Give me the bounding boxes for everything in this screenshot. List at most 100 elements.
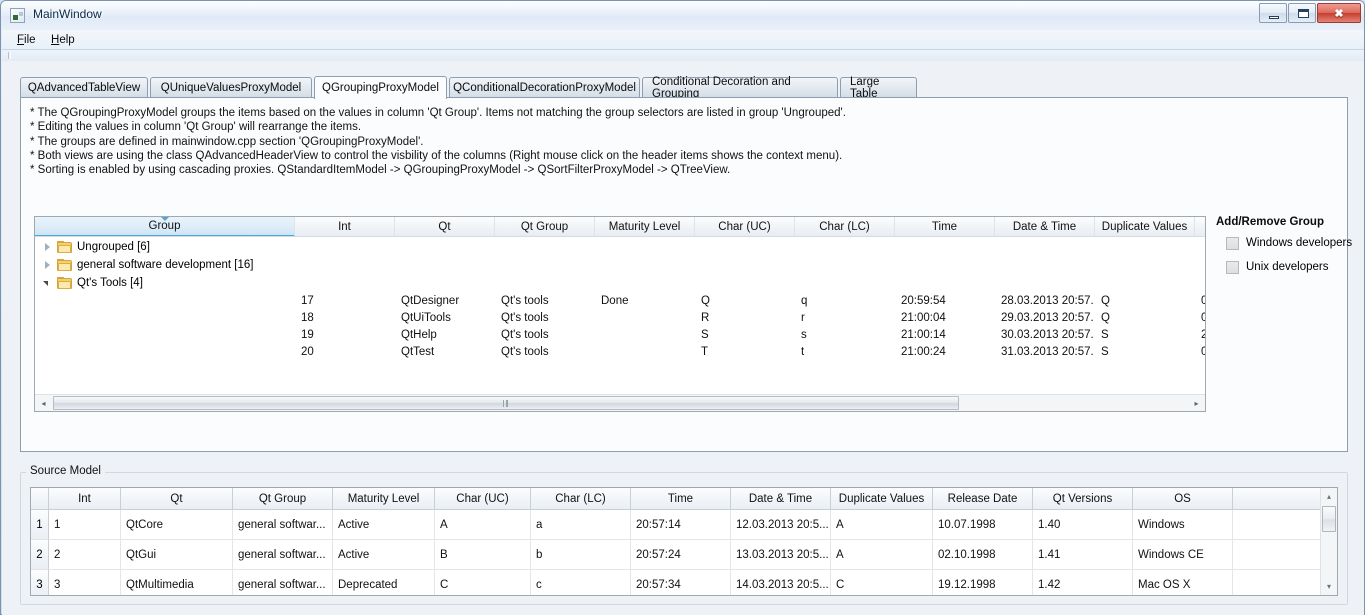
source-table-vertical-scrollbar[interactable]: ▴ ▾	[1320, 488, 1337, 595]
expand-arrow-icon[interactable]	[45, 243, 50, 251]
tree-item-row[interactable]: 18 QtUiTools Qt's tools Rr 21:00:04 29.03.201…	[35, 309, 1205, 327]
tree-column-header[interactable]: Int	[295, 217, 395, 236]
source-column-header[interactable]: Char (LC)	[531, 488, 631, 509]
tree-cell[interactable]: 0	[1201, 343, 1205, 361]
table-cell[interactable]: b	[531, 540, 631, 570]
tree-cell[interactable]: Qt's tools	[501, 292, 593, 310]
table-cell[interactable]: general softwar...	[233, 510, 333, 540]
tree-cell[interactable]: t	[801, 343, 893, 361]
table-cell[interactable]: C	[435, 570, 531, 595]
tree-item-row[interactable]: 19 QtHelp Qt's tools Ss 21:00:14 30.03.2013 2…	[35, 326, 1205, 344]
table-cell[interactable]: A	[831, 540, 933, 570]
source-table-header[interactable]: Int Qt Qt Group Maturity Level Char (UC) Char…	[31, 488, 1337, 510]
table-cell[interactable]: 20:57:24	[631, 540, 731, 570]
table-cell[interactable]: Deprecated	[333, 570, 435, 595]
tab-quniquevaluesproxymodel[interactable]: QUniqueValuesProxyModel	[150, 77, 312, 98]
table-cell[interactable]: 19.12.1998	[933, 570, 1033, 595]
tree-column-header[interactable]: Maturity Level	[595, 217, 695, 236]
tree-cell[interactable]: 21:00:14	[901, 326, 993, 344]
tree-cell[interactable]: 21:00:24	[901, 343, 993, 361]
tree-cell[interactable]: Qt's tools	[501, 309, 593, 327]
tree-cell[interactable]: Q	[701, 292, 793, 310]
source-column-header[interactable]: Release Date	[933, 488, 1033, 509]
table-cell[interactable]: 1.41	[1033, 540, 1133, 570]
tree-cell[interactable]: S	[701, 326, 793, 344]
table-row[interactable]: 1 1 QtCore general softwar... Active Aa 20:57:…	[31, 510, 1322, 540]
tree-column-header[interactable]: Char (UC)	[695, 217, 795, 236]
tree-cell[interactable]: 18	[301, 309, 393, 327]
row-number-header[interactable]: 1	[31, 510, 49, 540]
table-cell[interactable]	[1233, 510, 1322, 540]
table-cell[interactable]: 1	[49, 510, 121, 540]
tree-column-header[interactable]: Char (LC)	[795, 217, 895, 236]
tree-item-row[interactable]: 20 QtTest Qt's tools Tt 21:00:24 31.03.2013 2…	[35, 343, 1205, 361]
tree-item-row[interactable]: 17 QtDesigner Qt's tools Done Qq 20:59:54 28.0…	[35, 292, 1205, 310]
tree-column-header[interactable]: Qt	[395, 217, 495, 236]
table-cell[interactable]: 1.40	[1033, 510, 1133, 540]
tree-cell[interactable]: 17	[301, 292, 393, 310]
table-cell[interactable]: a	[531, 510, 631, 540]
tree-cell[interactable]: QtHelp	[401, 326, 493, 344]
tree-cell[interactable]: Qt's tools	[501, 343, 593, 361]
tree-column-header[interactable]: Qt Group	[495, 217, 595, 236]
source-column-header[interactable]: Date & Time	[731, 488, 831, 509]
grouping-tree-view[interactable]: Group Int Qt Qt Group Maturity Level Char (UC…	[34, 216, 1206, 412]
close-button[interactable]: ✖	[1317, 3, 1361, 23]
tree-cell[interactable]: 0	[1201, 309, 1205, 327]
table-cell[interactable]: 2	[49, 540, 121, 570]
scroll-left-icon[interactable]: ◂	[35, 395, 52, 411]
table-cell[interactable]	[1233, 540, 1322, 570]
tree-cell[interactable]: Q	[1101, 292, 1193, 310]
maximize-button[interactable]	[1288, 3, 1316, 23]
tree-cell[interactable]: T	[701, 343, 793, 361]
menu-help[interactable]: Help	[44, 33, 82, 48]
tree-horizontal-scrollbar[interactable]: ◂ ▸	[35, 394, 1205, 411]
table-cell[interactable]: 13.03.2013 20:5...	[731, 540, 831, 570]
tree-group-row[interactable]: general software development [16]	[35, 256, 1205, 274]
tree-cell[interactable]: Q	[1101, 309, 1193, 327]
checkbox-icon[interactable]	[1226, 237, 1239, 250]
table-cell[interactable]: c	[531, 570, 631, 595]
source-column-header[interactable]: Qt Versions	[1033, 488, 1133, 509]
table-cell[interactable]: 1.42	[1033, 570, 1133, 595]
row-number-header[interactable]: 2	[31, 540, 49, 570]
table-cell[interactable]: 3	[49, 570, 121, 595]
tree-cell[interactable]	[601, 309, 693, 327]
group-checkbox-row[interactable]: Unix developers	[1216, 260, 1365, 276]
table-cell[interactable]: 20:57:34	[631, 570, 731, 595]
tree-cell[interactable]: Qt's tools	[501, 326, 593, 344]
tree-cell[interactable]: 20	[301, 343, 393, 361]
checkbox-icon[interactable]	[1226, 261, 1239, 274]
tree-cell[interactable]: r	[801, 309, 893, 327]
source-column-header[interactable]: Qt	[121, 488, 233, 509]
collapse-arrow-icon[interactable]	[43, 281, 48, 286]
row-number-header[interactable]: 3	[31, 570, 49, 595]
tree-cell[interactable]: 29.03.2013 20:57...	[1001, 309, 1093, 327]
tree-group-row[interactable]: Qt's Tools [4]	[35, 274, 1205, 292]
source-column-header[interactable]: Int	[49, 488, 121, 509]
tree-cell[interactable]: R	[701, 309, 793, 327]
tree-cell[interactable]: Done	[601, 292, 693, 310]
source-column-header[interactable]: Time	[631, 488, 731, 509]
source-column-header[interactable]: Duplicate Values	[831, 488, 933, 509]
tree-cell[interactable]: s	[801, 326, 893, 344]
tree-cell[interactable]	[601, 326, 693, 344]
tree-group-row[interactable]: Ungrouped [6]	[35, 238, 1205, 256]
tree-cell[interactable]: 19	[301, 326, 393, 344]
scroll-up-icon[interactable]: ▴	[1321, 488, 1337, 505]
tree-cell[interactable]: S	[1101, 343, 1193, 361]
toolbar-grip-icon[interactable]	[8, 52, 11, 59]
tab-qgroupingproxymodel[interactable]: QGroupingProxyModel	[314, 76, 447, 99]
table-cell[interactable]: general softwar...	[233, 540, 333, 570]
expand-arrow-icon[interactable]	[45, 261, 50, 269]
tree-cell[interactable]: QtTest	[401, 343, 493, 361]
source-column-header[interactable]: Char (UC)	[435, 488, 531, 509]
tree-column-header[interactable]: Group	[35, 217, 295, 236]
table-cell[interactable]: A	[435, 510, 531, 540]
table-cell[interactable]: QtGui	[121, 540, 233, 570]
source-column-header[interactable]	[1233, 488, 1322, 509]
tree-body[interactable]: Ungrouped [6] general software developmen…	[35, 238, 1205, 393]
table-cell[interactable]: Mac OS X	[1133, 570, 1233, 595]
source-table-corner[interactable]	[31, 488, 49, 509]
table-cell[interactable]: Active	[333, 510, 435, 540]
